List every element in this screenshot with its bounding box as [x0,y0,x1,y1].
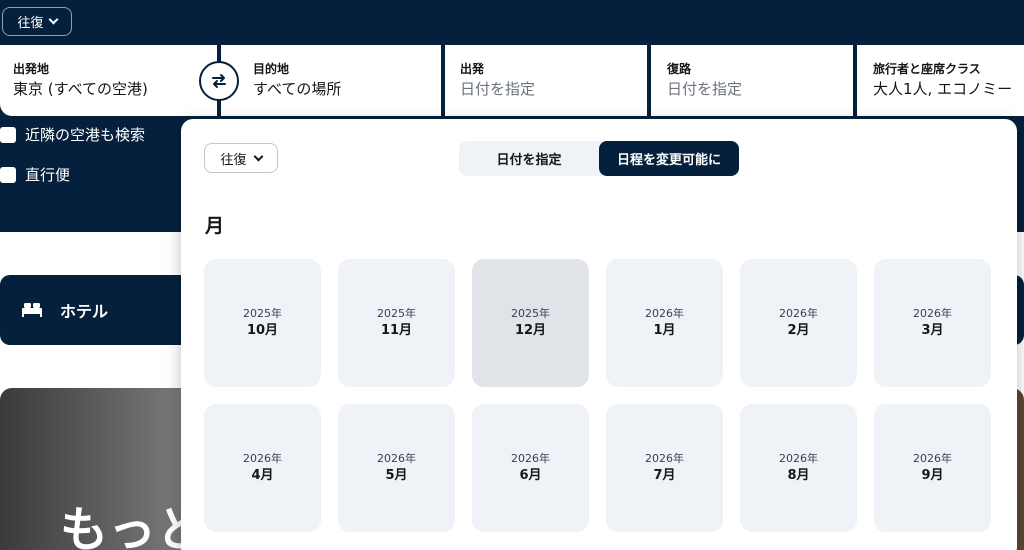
month-name: 4月 [251,468,274,483]
travellers-value: 大人1人, エコノミー [873,80,1013,98]
month-year: 2025年 [243,307,282,320]
month-year: 2026年 [779,307,818,320]
depart-value: 日付を指定 [460,80,536,98]
month-tile-selected[interactable]: 2025年 12月 [472,259,589,387]
swap-arrows-icon [212,74,226,88]
destination-label: 目的地 [253,62,290,76]
date-picker-popup: 往復 日付を指定 日程を変更可能に 月 2025年 10月 2025年 11月 20… [181,119,1017,550]
month-tile[interactable]: 2026年 1月 [606,259,723,387]
month-year: 2026年 [243,452,282,465]
swap-locations-button[interactable] [199,61,239,101]
month-tile[interactable]: 2025年 11月 [338,259,455,387]
month-tile[interactable]: 2026年 2月 [740,259,857,387]
month-year: 2025年 [377,307,416,320]
month-year: 2026年 [645,307,684,320]
direct-flights-checkbox[interactable] [0,166,16,183]
month-tile[interactable]: 2026年 6月 [472,404,589,532]
month-name: 10月 [246,323,279,338]
month-grid: 2025年 10月 2025年 11月 2025年 12月 2026年 1月 2026年… [204,259,994,532]
tab-specific-dates[interactable]: 日付を指定 [459,141,599,176]
origin-field[interactable]: 出発地 東京 (すべての空港) [0,45,217,116]
popup-trip-type-dropdown[interactable]: 往復 [204,143,278,173]
return-date-field[interactable]: 復路 日付を指定 [651,45,853,116]
month-year: 2026年 [913,452,952,465]
nearby-airports-option[interactable]: 近隣の空港も検索 [0,124,145,145]
depart-label: 出発 [460,62,485,76]
direct-flights-option[interactable]: 直行便 [0,164,70,185]
month-tile[interactable]: 2026年 3月 [874,259,991,387]
bed-icon [22,303,42,317]
origin-label: 出発地 [13,62,50,76]
month-tile[interactable]: 2026年 4月 [204,404,321,532]
destination-field[interactable]: 目的地 すべての場所 [221,45,441,116]
direct-flights-label: 直行便 [25,166,71,184]
hotel-label: ホテル [60,302,109,321]
month-name: 8月 [787,468,810,483]
trip-type-label: 往復 [17,16,44,31]
chevron-down-icon [253,151,263,161]
month-year: 2026年 [511,452,550,465]
month-name: 2月 [787,323,810,338]
month-year: 2026年 [779,452,818,465]
month-tile[interactable]: 2025年 10月 [204,259,321,387]
month-name: 9月 [921,468,944,483]
tab-flexible-dates[interactable]: 日程を変更可能に [599,141,739,176]
destination-value: すべての場所 [253,80,342,98]
origin-value: 東京 (すべての空港) [13,80,148,98]
chevron-down-icon [48,14,58,25]
depart-date-field[interactable]: 出発 日付を指定 [445,45,647,116]
month-year: 2026年 [377,452,416,465]
month-name: 11月 [380,323,413,338]
date-mode-toggle: 日付を指定 日程を変更可能に [459,141,739,176]
month-tile[interactable]: 2026年 5月 [338,404,455,532]
month-name: 1月 [653,323,676,338]
month-tile[interactable]: 2026年 8月 [740,404,857,532]
month-name: 6月 [519,468,542,483]
month-name: 3月 [921,323,944,338]
trip-type-dropdown[interactable]: 往復 [2,7,72,36]
travellers-class-field[interactable]: 旅行者と座席クラス 大人1人, エコノミー [857,45,1024,116]
month-section-heading: 月 [205,215,225,237]
month-tile[interactable]: 2026年 9月 [874,404,991,532]
month-year: 2026年 [913,307,952,320]
month-tile[interactable]: 2026年 7月 [606,404,723,532]
travellers-label: 旅行者と座席クラス [873,62,981,76]
month-name: 12月 [514,323,547,338]
nearby-airports-checkbox[interactable] [0,126,16,143]
month-year: 2025年 [511,307,550,320]
month-name: 5月 [385,468,408,483]
return-value: 日付を指定 [667,80,743,98]
popup-trip-type-label: 往復 [220,152,247,168]
nearby-airports-label: 近隣の空港も検索 [25,126,146,144]
month-year: 2026年 [645,452,684,465]
return-label: 復路 [667,62,692,76]
month-name: 7月 [653,468,676,483]
